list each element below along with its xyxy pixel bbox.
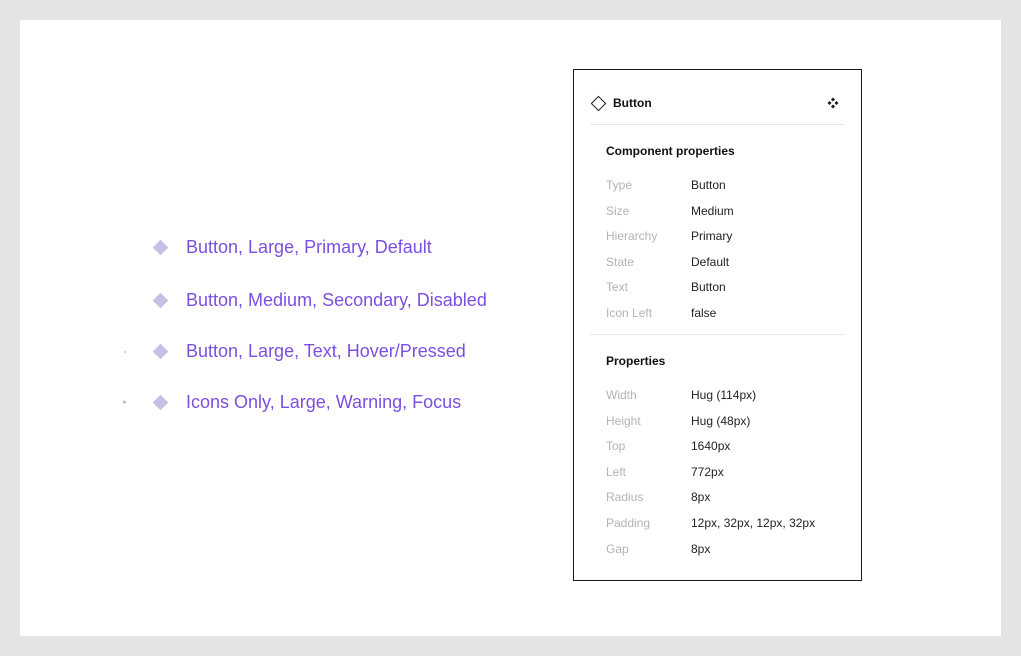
variant-label: Button, Large, Primary, Default <box>186 237 432 257</box>
property-value: false <box>691 306 717 320</box>
property-key: Type <box>606 178 633 192</box>
property-value: 772px <box>691 465 724 479</box>
expand-caret-icon[interactable] <box>123 400 127 404</box>
variant-label: Button, Large, Text, Hover/Pressed <box>186 341 466 361</box>
property-key: Size <box>606 204 630 218</box>
variant-item[interactable]: Button, Large, Text, Hover/Pressed <box>152 341 466 362</box>
variant-label: Icons Only, Large, Warning, Focus <box>186 392 462 412</box>
component-properties-heading: Component properties <box>606 144 735 158</box>
property-value: 8px <box>691 542 711 556</box>
property-value: Button <box>691 280 726 294</box>
property-key: State <box>606 255 635 269</box>
property-value: Default <box>691 255 730 269</box>
variant-diamond-icon <box>152 292 169 309</box>
property-value: 1640px <box>691 439 731 453</box>
variant-label: Button, Medium, Secondary, Disabled <box>186 290 487 310</box>
property-key: Radius <box>606 490 644 504</box>
property-key: Height <box>606 414 641 428</box>
property-value: 12px, 32px, 12px, 32px <box>691 516 816 530</box>
canvas: Button, Large, Primary, Default Button, … <box>20 20 1001 636</box>
variant-item[interactable]: Button, Large, Primary, Default <box>152 237 432 258</box>
variant-item[interactable]: Icons Only, Large, Warning, Focus <box>152 392 462 413</box>
property-key: Padding <box>606 516 651 530</box>
property-value: Button <box>691 178 726 192</box>
property-key: Top <box>606 439 626 453</box>
property-key: Left <box>606 465 627 479</box>
section-divider <box>590 334 845 335</box>
property-key: Icon Left <box>606 306 653 320</box>
property-value: Primary <box>691 229 733 243</box>
properties-heading: Properties <box>606 354 666 368</box>
panel-title: Button <box>613 96 652 110</box>
variant-diamond-icon <box>152 394 169 411</box>
property-key: Text <box>606 280 629 294</box>
property-key: Width <box>606 388 637 402</box>
variant-diamond-icon <box>152 343 169 360</box>
property-value: Hug (114px) <box>691 388 757 402</box>
property-key: Hierarchy <box>606 229 658 243</box>
property-value: 8px <box>691 490 711 504</box>
property-value: Medium <box>691 204 734 218</box>
component-set-icon[interactable] <box>827 97 839 109</box>
variant-diamond-icon <box>152 239 169 256</box>
property-key: Gap <box>606 542 629 556</box>
property-value: Hug (48px) <box>691 414 751 428</box>
indent-dot-icon <box>124 351 126 353</box>
variant-item[interactable]: Button, Medium, Secondary, Disabled <box>152 290 487 311</box>
inspect-panel: Button Component properties Type Button … <box>573 69 862 581</box>
